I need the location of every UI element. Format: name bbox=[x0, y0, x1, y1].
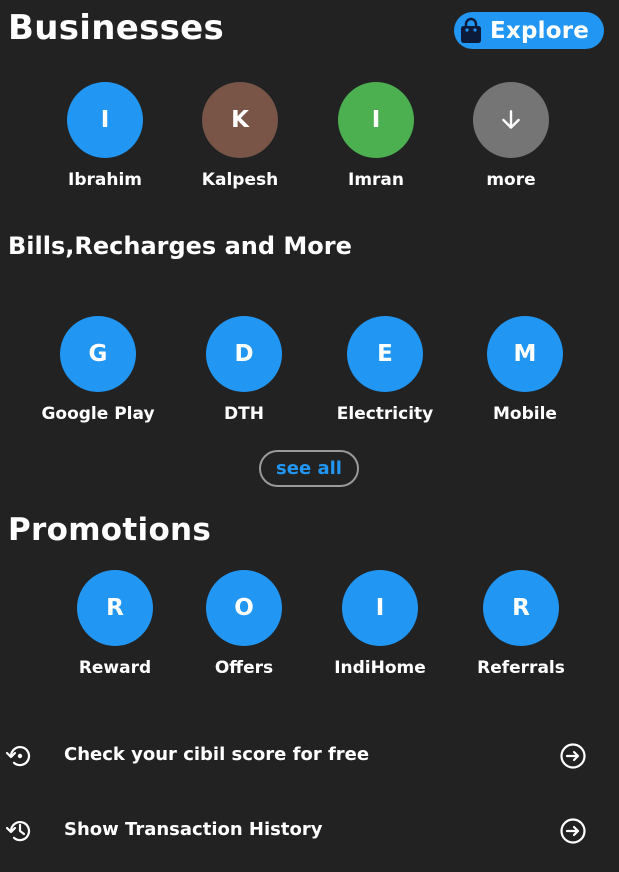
bill-label: Mobile bbox=[493, 404, 557, 424]
business-label: more bbox=[486, 170, 536, 190]
cibil-score-label: Check your cibil score for free bbox=[64, 744, 370, 765]
bill-item-google-play[interactable]: G Google Play bbox=[23, 316, 173, 424]
explore-button[interactable]: Explore bbox=[454, 12, 604, 49]
bill-item-dth[interactable]: D DTH bbox=[169, 316, 319, 424]
transaction-history-row[interactable]: Show Transaction History bbox=[0, 808, 619, 852]
arrow-circle-right-icon bbox=[560, 743, 586, 769]
business-avatar: I bbox=[338, 82, 414, 158]
promotion-label: IndiHome bbox=[334, 658, 426, 678]
transaction-history-label: Show Transaction History bbox=[64, 819, 323, 840]
business-item-ibrahim[interactable]: I Ibrahim bbox=[30, 82, 180, 190]
bill-avatar: D bbox=[206, 316, 282, 392]
promotion-label: Reward bbox=[78, 658, 152, 678]
promotion-avatar: R bbox=[483, 570, 559, 646]
cibil-score-row[interactable]: Check your cibil score for free bbox=[0, 733, 619, 777]
businesses-title: Businesses bbox=[8, 8, 225, 48]
promotion-label: Referrals bbox=[477, 658, 565, 678]
bill-avatar: M bbox=[487, 316, 563, 392]
business-label: Imran bbox=[348, 170, 404, 190]
promotion-avatar: O bbox=[206, 570, 282, 646]
business-item-kalpesh[interactable]: K Kalpesh bbox=[165, 82, 315, 190]
see-all-button[interactable]: see all bbox=[259, 450, 359, 487]
explore-label: Explore bbox=[490, 17, 590, 44]
business-item-imran[interactable]: I Imran bbox=[301, 82, 451, 190]
arrow-down-icon bbox=[502, 110, 520, 129]
business-item-more[interactable]: more bbox=[436, 82, 586, 190]
bill-avatar: E bbox=[347, 316, 423, 392]
promotion-item-reward[interactable]: R Reward bbox=[40, 570, 190, 678]
restore-icon bbox=[5, 746, 31, 767]
bill-label: Google Play bbox=[41, 404, 155, 424]
bill-avatar: G bbox=[60, 316, 136, 392]
promotion-avatar: I bbox=[342, 570, 418, 646]
history-icon bbox=[5, 821, 31, 842]
more-avatar bbox=[473, 82, 549, 158]
promotion-item-offers[interactable]: O Offers bbox=[169, 570, 319, 678]
bill-item-mobile[interactable]: M Mobile bbox=[450, 316, 600, 424]
bill-label: DTH bbox=[224, 404, 264, 424]
bills-title: Bills,Recharges and More bbox=[8, 232, 352, 260]
shopping-bag-icon bbox=[461, 17, 481, 43]
business-label: Ibrahim bbox=[68, 170, 142, 190]
promotions-title: Promotions bbox=[8, 512, 212, 548]
arrow-circle-right-icon bbox=[560, 818, 586, 844]
promotion-label: Offers bbox=[214, 658, 274, 678]
promotion-item-referrals[interactable]: R Referrals bbox=[446, 570, 596, 678]
bill-item-electricity[interactable]: E Electricity bbox=[310, 316, 460, 424]
promotion-avatar: R bbox=[77, 570, 153, 646]
business-avatar: I bbox=[67, 82, 143, 158]
promotion-item-indihome[interactable]: I IndiHome bbox=[305, 570, 455, 678]
business-label: Kalpesh bbox=[201, 170, 279, 190]
bill-label: Electricity bbox=[336, 404, 434, 424]
business-avatar: K bbox=[202, 82, 278, 158]
